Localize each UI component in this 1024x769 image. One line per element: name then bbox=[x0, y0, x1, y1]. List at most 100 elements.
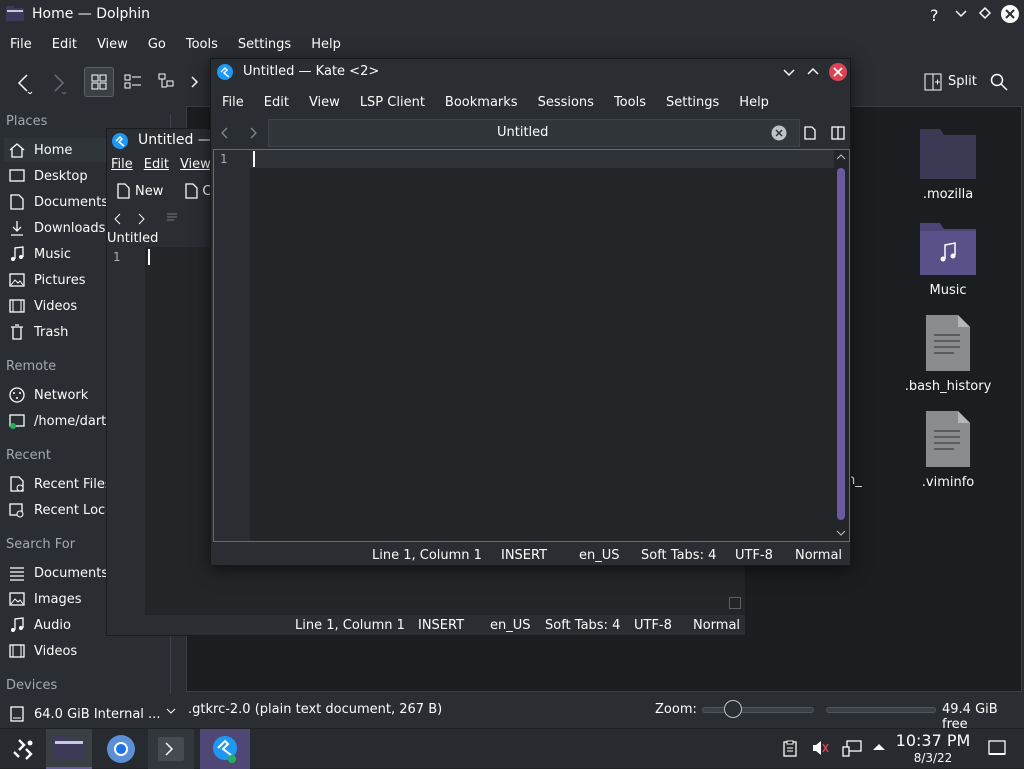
line-gutter: 1 bbox=[107, 247, 145, 615]
prev-tab-icon[interactable] bbox=[112, 211, 124, 227]
zoom-slider[interactable] bbox=[702, 707, 814, 713]
task-terminal[interactable] bbox=[148, 729, 194, 769]
search-icon[interactable] bbox=[990, 73, 1008, 91]
dictionary[interactable]: en_US bbox=[490, 618, 531, 633]
menu-help[interactable]: Help bbox=[739, 95, 769, 110]
icons-view-icon[interactable] bbox=[84, 67, 114, 97]
scroll-down-icon[interactable] bbox=[836, 528, 846, 538]
kate-titlebar[interactable]: Untitled — Kate <2> bbox=[211, 59, 850, 87]
menu-settings[interactable]: Settings bbox=[238, 37, 291, 52]
new-tab-icon[interactable] bbox=[802, 125, 818, 141]
menu-view[interactable]: View bbox=[97, 37, 128, 52]
task-kate[interactable] bbox=[200, 729, 250, 769]
new-file-icon[interactable] bbox=[115, 183, 131, 199]
kate-editor[interactable]: 1 bbox=[213, 149, 850, 542]
network-status-icon[interactable] bbox=[842, 739, 862, 757]
menu-go[interactable]: Go bbox=[148, 37, 166, 52]
maximize-icon[interactable] bbox=[978, 6, 992, 20]
file-item[interactable]: Music bbox=[903, 219, 993, 298]
app-launcher[interactable] bbox=[0, 729, 46, 769]
kate-back-tab[interactable]: Untitled bbox=[107, 231, 158, 246]
split-button[interactable]: Split bbox=[948, 74, 977, 89]
prev-tab-icon[interactable] bbox=[219, 125, 231, 141]
split-view-icon[interactable] bbox=[830, 125, 846, 141]
menu-bookmarks[interactable]: Bookmarks bbox=[445, 95, 518, 110]
music-folder-icon bbox=[920, 223, 976, 275]
document-list-icon[interactable] bbox=[165, 211, 179, 225]
encoding[interactable]: UTF-8 bbox=[735, 548, 773, 563]
menu-view[interactable]: View bbox=[180, 157, 211, 172]
dolphin-titlebar[interactable]: Home — Dolphin ? bbox=[0, 0, 1024, 30]
tab-close-icon[interactable] bbox=[771, 125, 787, 141]
device-internal[interactable]: 64.0 GiB Internal ... bbox=[4, 702, 160, 726]
file-item[interactable]: .viminfo bbox=[903, 409, 993, 490]
dolphin-app-icon bbox=[6, 6, 24, 22]
clock-time: 10:37 PM bbox=[895, 731, 971, 750]
line-number: 1 bbox=[113, 250, 121, 264]
vertical-scrollbar[interactable] bbox=[834, 150, 849, 541]
view-mode[interactable]: Normal bbox=[795, 548, 842, 563]
menu-tools[interactable]: Tools bbox=[614, 95, 646, 110]
menu-file[interactable]: File bbox=[111, 157, 133, 172]
drive-icon bbox=[10, 706, 24, 722]
input-mode[interactable]: INSERT bbox=[501, 548, 547, 563]
menu-edit[interactable]: Edit bbox=[52, 37, 77, 52]
close-icon[interactable] bbox=[828, 62, 848, 82]
current-line-highlight bbox=[250, 150, 834, 168]
menu-file[interactable]: File bbox=[222, 95, 244, 110]
scroll-up-icon[interactable] bbox=[836, 152, 846, 162]
cursor-position[interactable]: Line 1, Column 1 bbox=[295, 618, 405, 633]
menu-edit[interactable]: Edit bbox=[264, 95, 289, 110]
cursor-position[interactable]: Line 1, Column 1 bbox=[372, 548, 482, 563]
indent-settings[interactable]: Soft Tabs: 4 bbox=[641, 548, 716, 563]
menu-help[interactable]: Help bbox=[311, 37, 341, 52]
indent-settings[interactable]: Soft Tabs: 4 bbox=[545, 618, 620, 633]
menu-tools[interactable]: Tools bbox=[186, 37, 218, 52]
details-view-icon[interactable] bbox=[158, 73, 176, 91]
menu-view[interactable]: View bbox=[309, 95, 340, 110]
file-item[interactable]: .bash_history bbox=[903, 313, 993, 394]
next-tab-icon[interactable] bbox=[135, 211, 147, 227]
remote-folder-icon bbox=[9, 414, 25, 429]
split-icon[interactable] bbox=[924, 73, 942, 91]
maximize-icon[interactable] bbox=[806, 65, 820, 79]
dolphin-statusbar: .gtkrc-2.0 (plain text document, 267 B) … bbox=[186, 698, 1024, 732]
help-icon[interactable]: ? bbox=[930, 6, 939, 25]
encoding[interactable]: UTF-8 bbox=[634, 618, 672, 633]
line-number: 1 bbox=[220, 152, 228, 166]
searchfor-header: Search For bbox=[6, 537, 76, 552]
show-desktop-icon[interactable] bbox=[988, 739, 1006, 757]
new-button[interactable]: New bbox=[135, 184, 163, 199]
zoom-slider-handle[interactable] bbox=[724, 700, 742, 718]
view-mode[interactable]: Normal bbox=[693, 618, 740, 633]
breadcrumb-chevron-icon[interactable] bbox=[190, 74, 200, 90]
menu-sessions[interactable]: Sessions bbox=[538, 95, 594, 110]
forward-icon[interactable] bbox=[48, 72, 68, 94]
tab-untitled[interactable]: Untitled bbox=[268, 119, 800, 147]
clock[interactable]: 10:37 PM 8/3/22 bbox=[894, 731, 972, 765]
task-browser[interactable] bbox=[98, 729, 144, 769]
compact-view-icon[interactable] bbox=[124, 73, 142, 91]
scroll-thumb[interactable] bbox=[837, 168, 845, 520]
menu-file[interactable]: File bbox=[10, 37, 32, 52]
network-icon bbox=[9, 387, 25, 403]
places-scroll-down-icon[interactable] bbox=[164, 704, 178, 718]
menu-lsp-client[interactable]: LSP Client bbox=[360, 95, 425, 110]
minimize-icon[interactable] bbox=[954, 6, 968, 20]
back-icon[interactable] bbox=[14, 72, 34, 94]
dictionary[interactable]: en_US bbox=[579, 548, 620, 563]
kate-window[interactable]: Untitled — Kate <2> File Edit View LSP C… bbox=[210, 58, 851, 566]
menu-settings[interactable]: Settings bbox=[666, 95, 719, 110]
close-icon[interactable] bbox=[1000, 4, 1020, 24]
file-item[interactable]: .mozilla bbox=[903, 123, 993, 202]
open-icon[interactable] bbox=[183, 183, 199, 199]
search-videos[interactable]: Videos bbox=[4, 639, 160, 663]
minimize-icon[interactable] bbox=[782, 65, 796, 79]
volume-muted-icon[interactable] bbox=[810, 738, 830, 758]
menu-edit[interactable]: Edit bbox=[144, 157, 169, 172]
task-dolphin[interactable] bbox=[46, 729, 92, 769]
next-tab-icon[interactable] bbox=[247, 125, 259, 141]
tray-expand-icon[interactable] bbox=[872, 741, 886, 753]
input-mode[interactable]: INSERT bbox=[418, 618, 464, 633]
clipboard-icon[interactable] bbox=[782, 739, 798, 757]
